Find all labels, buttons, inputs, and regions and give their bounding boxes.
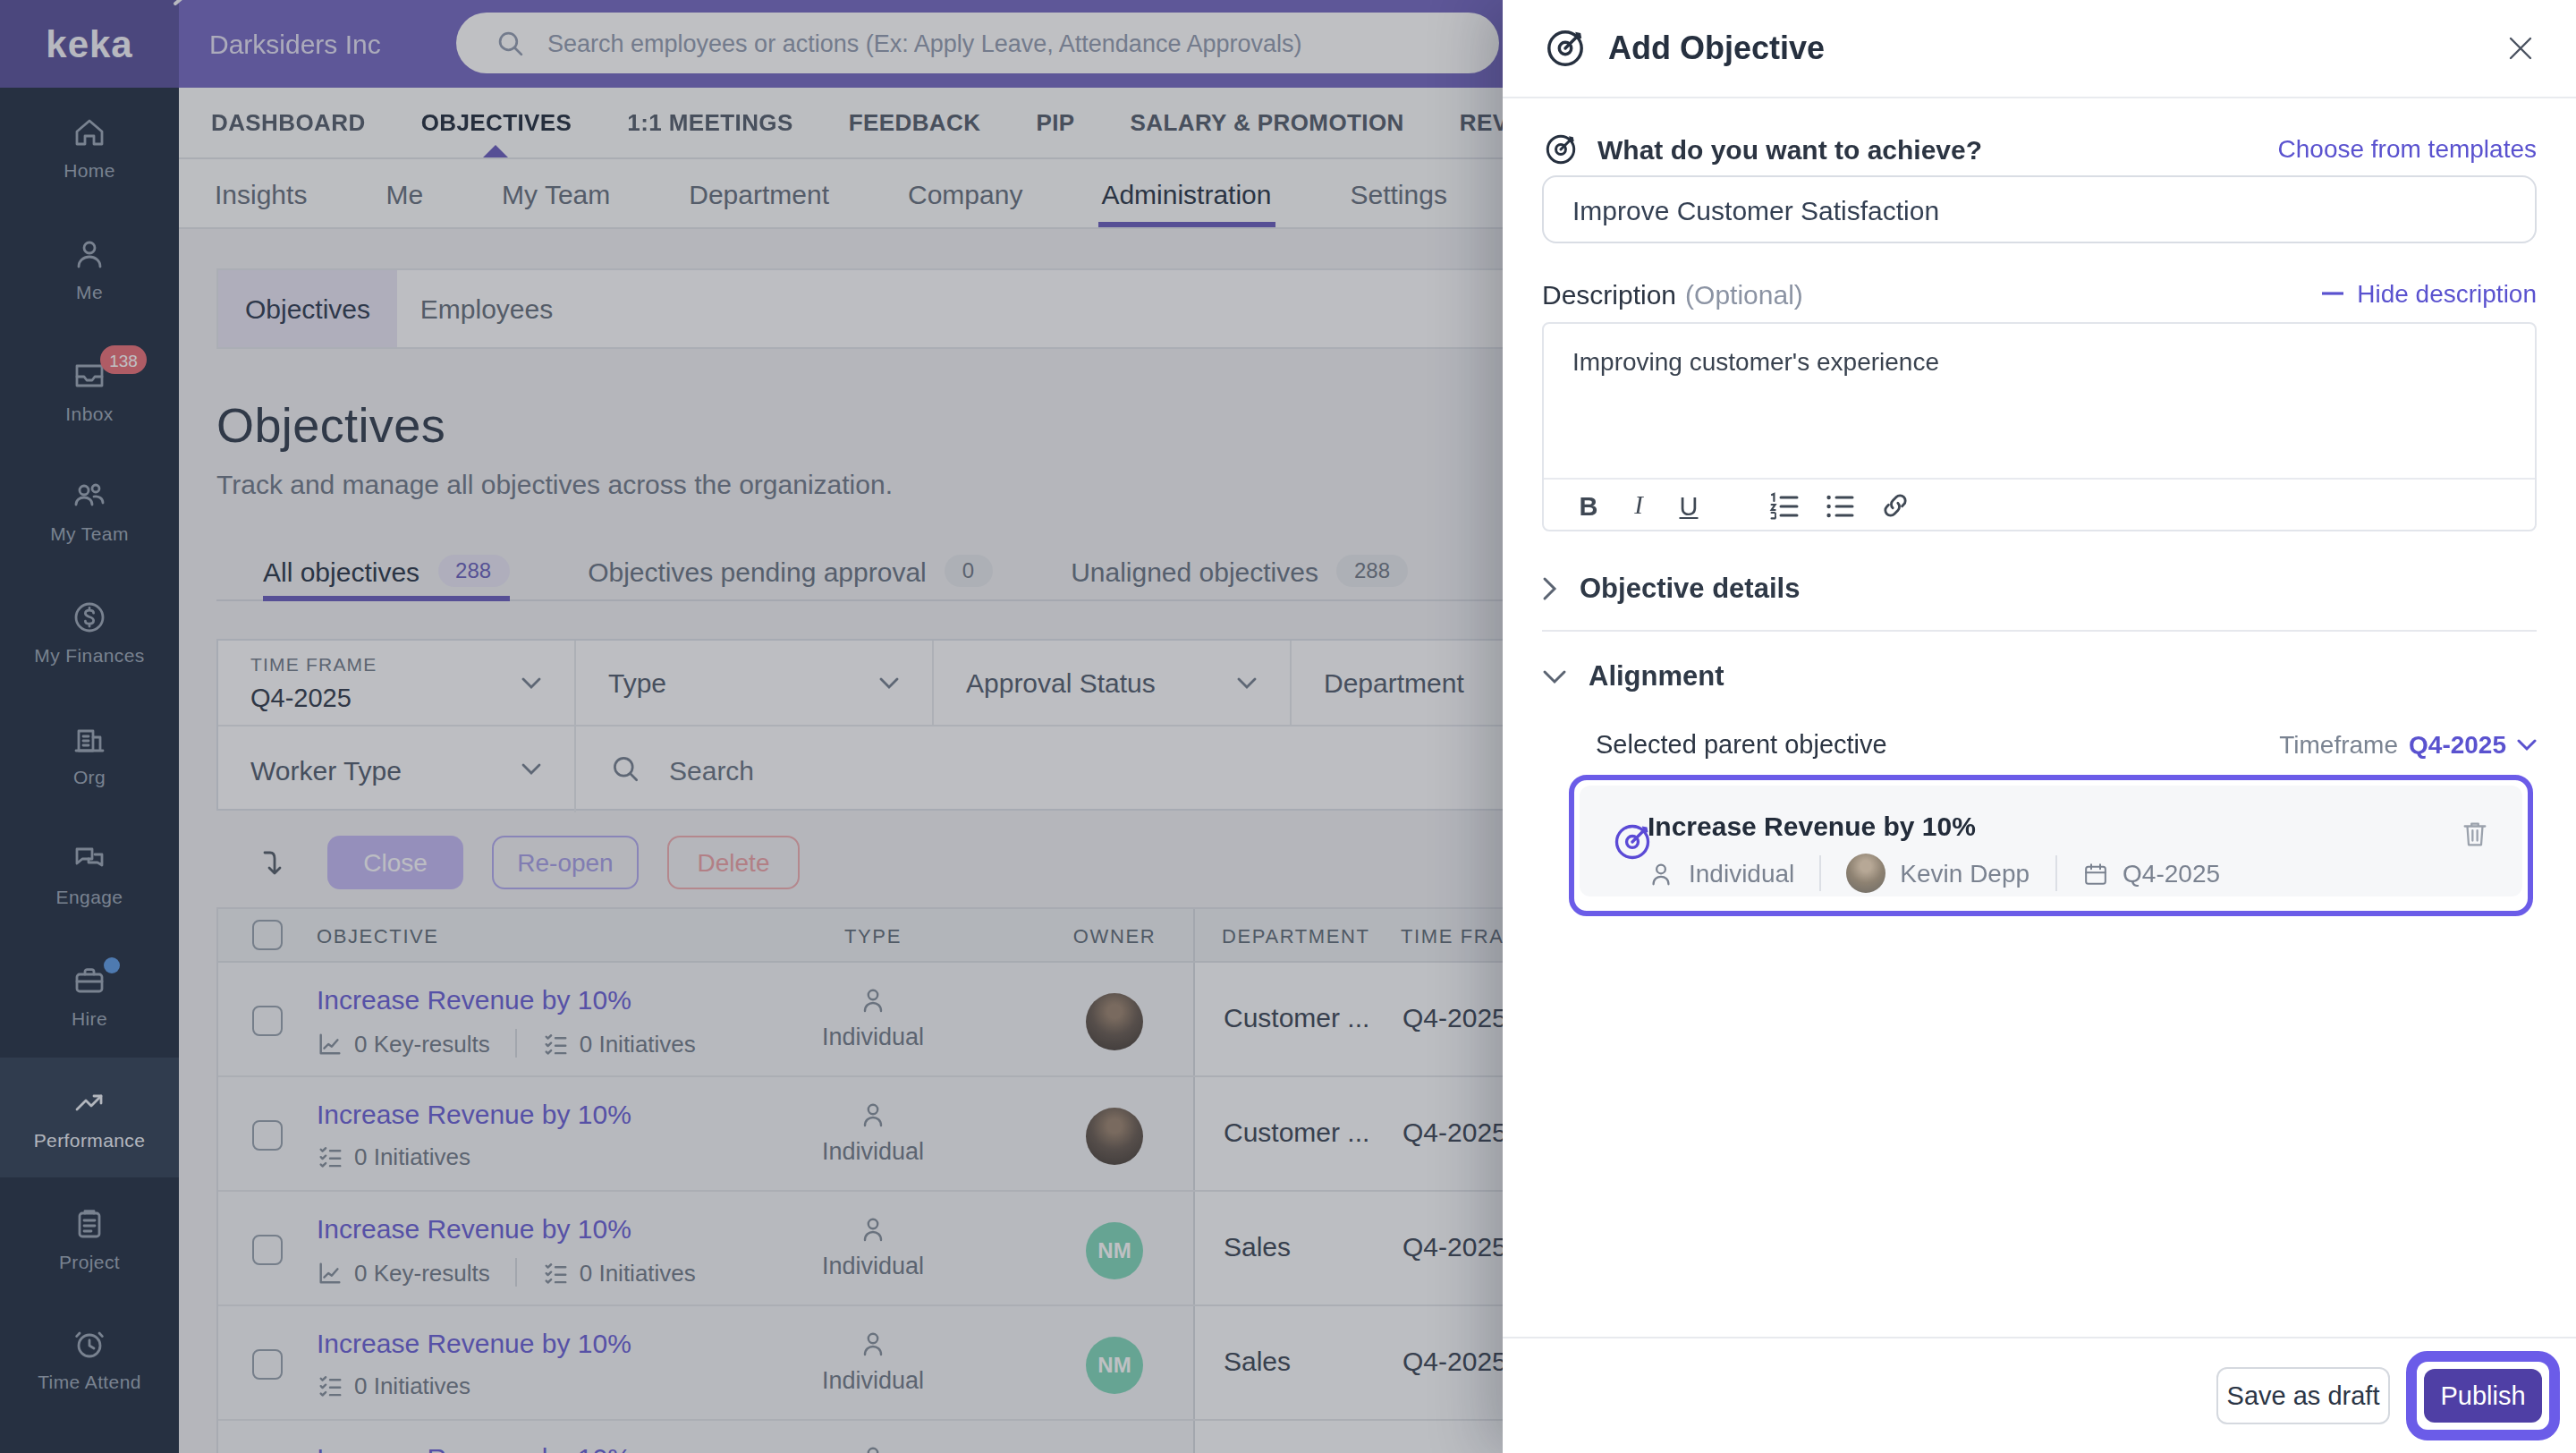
individual-icon [1648,860,1674,887]
description-input[interactable]: Improving customer's experience [1544,324,2535,478]
hide-description-link[interactable]: Hide description [2321,279,2537,308]
close-icon[interactable] [2504,32,2537,64]
minus-icon [2321,292,2343,295]
question-label: What do you want to achieve? [1597,133,1982,164]
panel-title: Add Objective [1608,30,1825,67]
ordered-list-icon[interactable] [1769,491,1800,520]
owner-avatar [1846,854,1885,893]
add-objective-panel: Add Objective What do you want to achiev… [1503,0,2576,1453]
chevron-down-icon [1542,668,1567,684]
objective-title-input[interactable]: Improve Customer Satisfaction [1542,175,2537,243]
publish-highlight: Publish [2406,1351,2560,1440]
parent-objective-highlight: Increase Revenue by 10% Individual Kevin… [1569,775,2533,916]
timeframe-dropdown[interactable]: Timeframe Q4-2025 [2279,730,2537,759]
selected-parent-label: Selected parent objective [1596,730,1887,759]
choose-templates-link[interactable]: Choose from templates [2278,134,2537,163]
publish-button[interactable]: Publish [2424,1369,2542,1423]
chevron-down-icon [2517,738,2537,751]
keka-app: keka Darksiders Inc Search employees or … [0,0,2576,1453]
alignment-section[interactable]: Alignment [1542,657,2537,696]
parent-objective-card: Increase Revenue by 10% Individual Kevin… [1580,786,2522,896]
parent-objective-title: Increase Revenue by 10% [1648,811,1976,841]
bullet-list-icon[interactable] [1825,491,1855,520]
chevron-right-icon [1542,576,1558,601]
panel-header: Add Objective [1503,0,2576,98]
panel-footer: Save as draft Publish [1503,1337,2576,1453]
objective-target-icon [1542,130,1580,167]
panel-body: What do you want to achieve? Choose from… [1503,100,2576,1337]
trash-icon[interactable] [2460,818,2490,850]
save-as-draft-button[interactable]: Save as draft [2216,1367,2390,1424]
editor-toolbar: B I U [1544,478,2535,531]
objective-target-icon [1542,25,1589,72]
objective-details-section[interactable]: Objective details [1542,569,2537,608]
calendar-icon [2081,860,2108,887]
italic-button[interactable]: I [1626,490,1651,521]
description-label: Description [1542,278,1676,309]
underline-button[interactable]: U [1676,491,1701,520]
link-icon[interactable] [1880,490,1911,521]
description-editor: Improving customer's experience B I U [1542,322,2537,531]
description-optional: (Optional) [1685,278,1803,309]
bold-button[interactable]: B [1576,491,1601,520]
